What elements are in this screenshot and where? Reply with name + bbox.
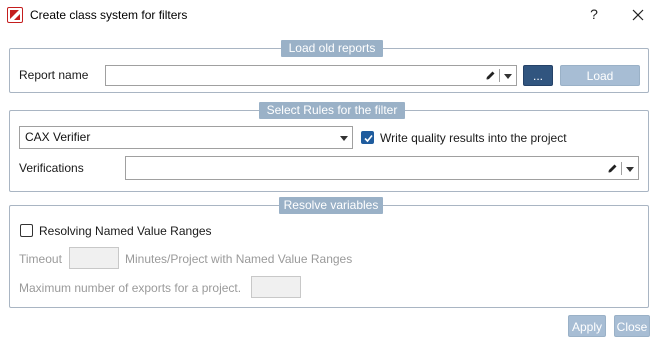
timeout-unit-label: Minutes/Project with Named Value Ranges xyxy=(125,252,353,266)
verifications-combo[interactable] xyxy=(125,156,639,180)
rule-select[interactable]: CAX Verifier xyxy=(19,126,353,149)
app-icon xyxy=(7,7,23,23)
resolving-ranges-checkbox[interactable] xyxy=(20,224,33,237)
select-rules-legend: Select Rules for the filter xyxy=(259,102,405,119)
timeout-input xyxy=(69,247,119,269)
write-quality-label: Write quality results into the project xyxy=(380,131,567,145)
chevron-down-icon[interactable] xyxy=(340,136,348,141)
chevron-down-icon[interactable] xyxy=(504,74,512,79)
timeout-label: Timeout xyxy=(19,252,62,266)
close-icon[interactable] xyxy=(627,4,649,26)
rule-select-value: CAX Verifier xyxy=(25,130,91,144)
combo-separator xyxy=(621,162,622,175)
verifications-label: Verifications xyxy=(19,161,84,175)
max-exports-input xyxy=(251,276,301,298)
max-exports-label: Maximum number of exports for a project. xyxy=(19,281,242,295)
report-name-label: Report name xyxy=(19,68,89,82)
chevron-down-icon[interactable] xyxy=(626,167,634,172)
pencil-icon[interactable] xyxy=(606,163,618,175)
resolve-variables-legend: Resolve variables xyxy=(279,197,383,214)
close-button[interactable]: Close xyxy=(614,315,650,337)
load-button[interactable]: Load xyxy=(560,65,640,86)
report-name-combo[interactable] xyxy=(105,65,517,86)
apply-button[interactable]: Apply xyxy=(568,315,606,337)
pencil-icon[interactable] xyxy=(484,70,496,82)
resolving-ranges-label: Resolving Named Value Ranges xyxy=(39,224,212,238)
write-quality-checkbox[interactable] xyxy=(361,131,374,144)
combo-separator xyxy=(499,69,500,82)
window-title: Create class system for filters xyxy=(30,8,188,22)
title-bar: Create class system for filters ? xyxy=(0,0,659,30)
browse-button[interactable]: ... xyxy=(523,65,553,86)
load-old-reports-legend: Load old reports xyxy=(281,40,383,57)
help-button[interactable]: ? xyxy=(583,3,605,25)
